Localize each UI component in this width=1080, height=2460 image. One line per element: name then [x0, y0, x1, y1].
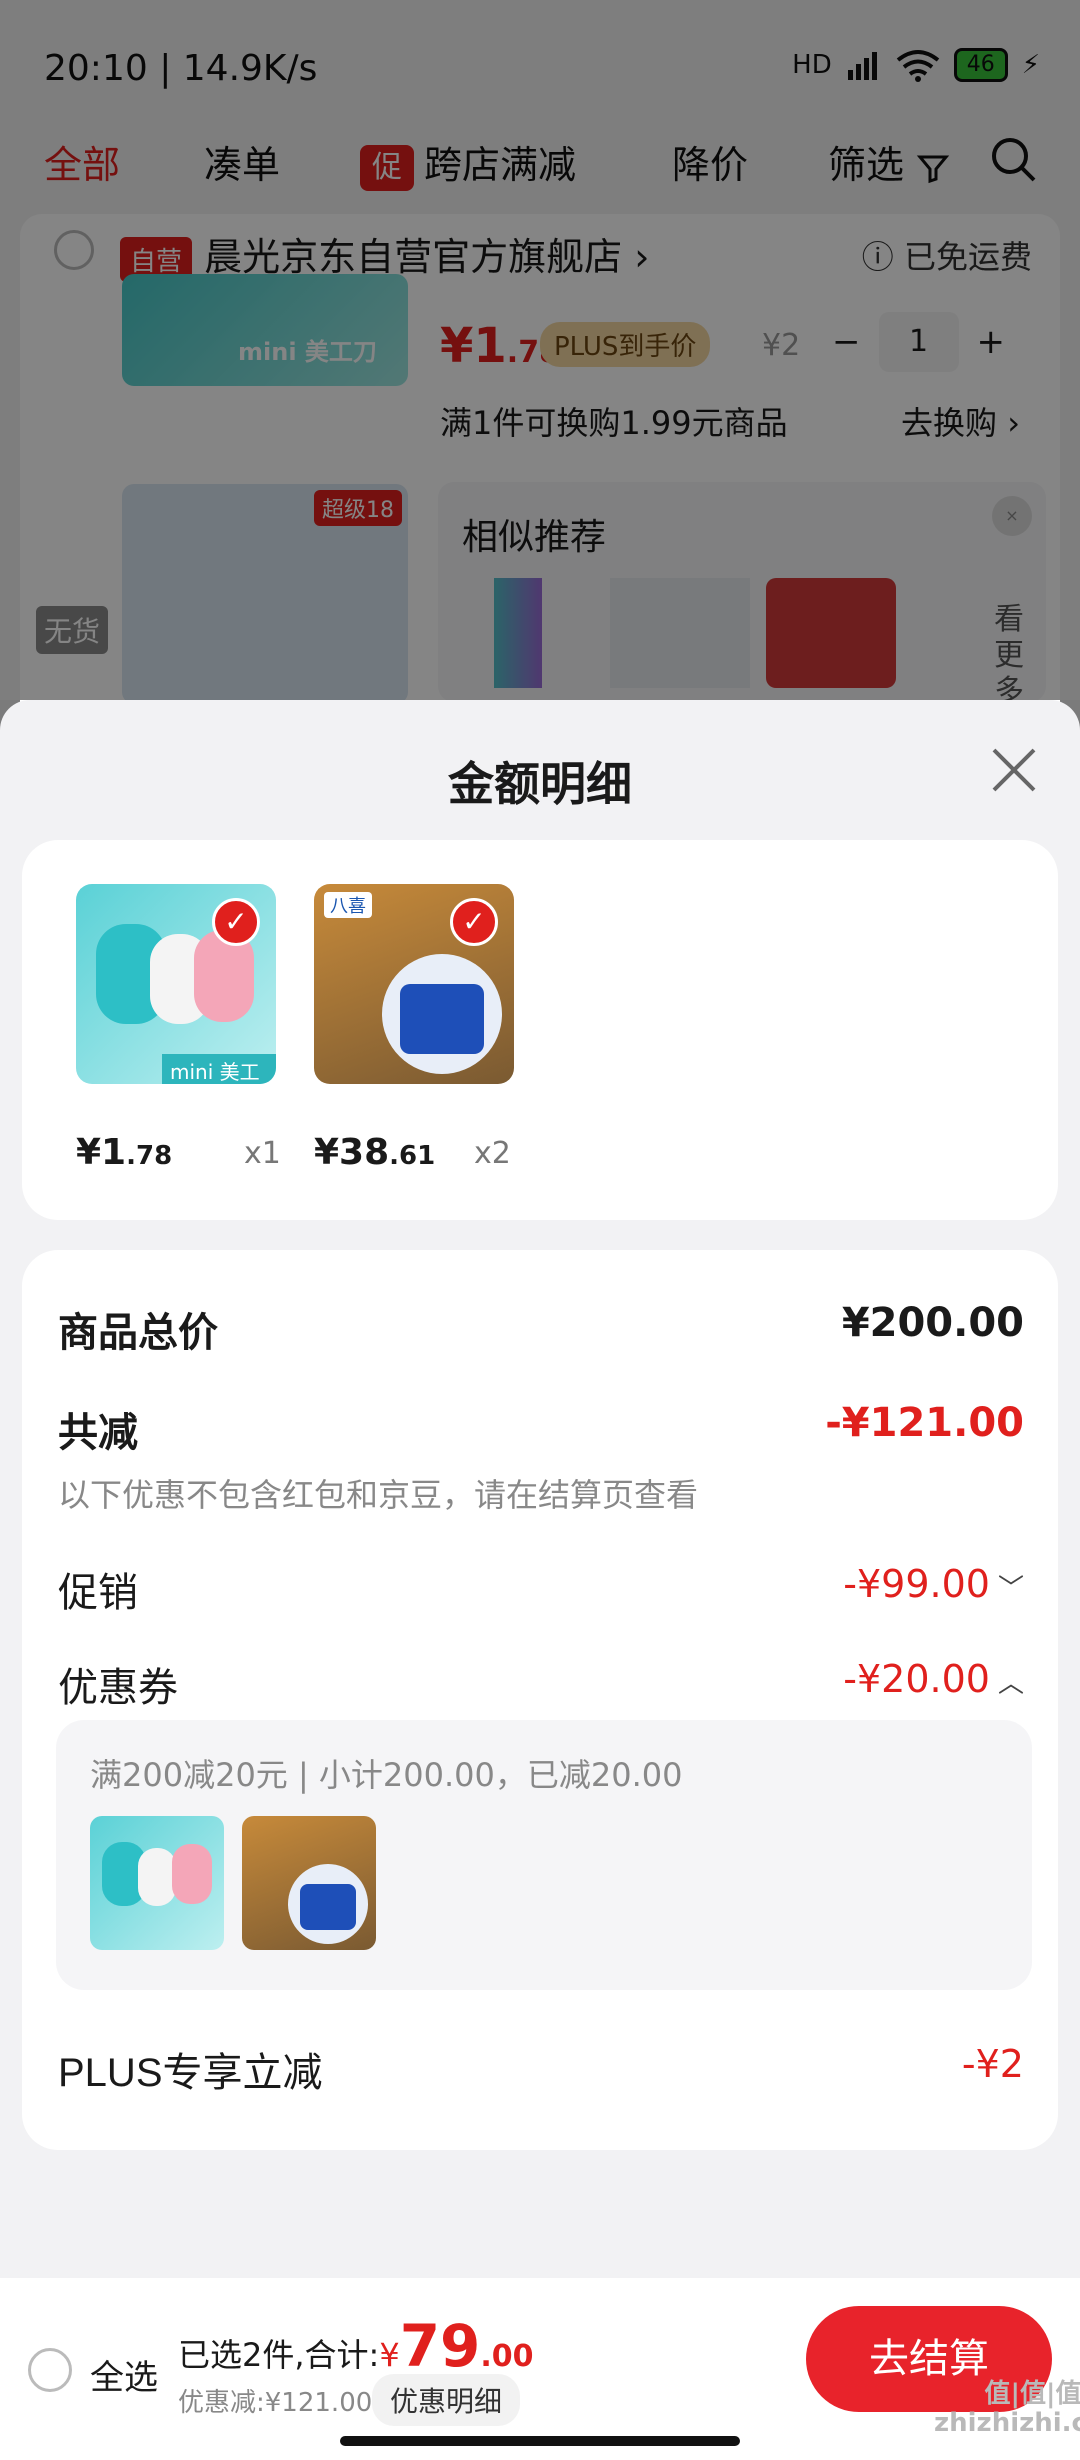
coupon-row[interactable]: -¥20.00 ︿ — [843, 1657, 1024, 1701]
checked-icon: ✓ — [450, 898, 498, 946]
items-card: mini 美工刀 ✓ 八喜 ✓ ¥1.78 x1 ¥38.61 x2 — [22, 840, 1058, 1220]
amount-detail-sheet: 金额明细 mini 美工刀 ✓ 八喜 ✓ ¥1.78 x1 ¥38.61 x2 … — [0, 700, 1080, 2460]
item-thumbnail[interactable]: mini 美工刀 ✓ — [76, 884, 276, 1084]
checked-icon: ✓ — [212, 898, 260, 946]
coupon-item-thumbnail[interactable] — [90, 1816, 224, 1950]
select-all-label[interactable]: 全选 — [90, 2350, 158, 2399]
home-indicator[interactable] — [340, 2436, 740, 2446]
close-icon[interactable] — [986, 742, 1042, 798]
total-amount: 79 — [399, 2312, 481, 2380]
watermark: 值|值|值 zhizhizhi.com — [934, 2379, 1080, 2438]
selected-count: 已选2件,合计: — [178, 2336, 380, 2374]
coupon-label: 优惠券 — [58, 1665, 178, 1711]
checkout-bar: 全选 已选2件,合计:¥79.00 优惠减:¥121.00 优惠明细 去结算 — [0, 2278, 1080, 2460]
promo-row[interactable]: -¥99.00 ﹀ — [843, 1562, 1024, 1606]
coupon-item-thumbnail[interactable] — [242, 1816, 376, 1950]
sheet-title: 金额明细 — [448, 757, 632, 811]
modal-overlay[interactable] — [0, 0, 1080, 700]
chevron-down-icon: ﹀ — [997, 1574, 1024, 1604]
breakdown-card: 商品总价 ¥200.00 共减 -¥121.00 以下优惠不包含红包和京豆，请在… — [22, 1250, 1058, 2150]
plus-discount-label: PLUS专享立减 — [58, 2051, 323, 2095]
total-price-label: 商品总价 — [58, 1310, 218, 1356]
item-quantity: x1 — [244, 1136, 281, 1171]
item-price: ¥38.61 — [314, 1132, 436, 1173]
discount-total-label: 共减 — [58, 1410, 138, 1456]
item-price: ¥1.78 — [76, 1132, 173, 1173]
chevron-up-icon: ︿ — [997, 1669, 1024, 1699]
saved-amount: 优惠减:¥121.00 — [178, 2388, 373, 2418]
plus-discount-value: -¥2 — [961, 2042, 1024, 2086]
discount-detail-button[interactable]: 优惠明细 — [372, 2374, 521, 2426]
discount-total-value: -¥121.00 — [825, 1400, 1024, 1446]
total-price-value: ¥200.00 — [841, 1300, 1024, 1346]
coupon-value: -¥20.00 — [843, 1657, 990, 1701]
coupon-description: 满200减20元 | 小计200.00，已减20.00 — [90, 1756, 683, 1794]
item-thumbnail[interactable]: 八喜 ✓ — [314, 884, 514, 1084]
discount-note: 以下优惠不包含红包和京豆，请在结算页查看 — [58, 1476, 699, 1514]
select-all-radio[interactable] — [28, 2348, 72, 2392]
promo-label: 促销 — [58, 1570, 138, 1616]
promo-value: -¥99.00 — [843, 1562, 990, 1606]
total-summary: 已选2件,合计:¥79.00 — [178, 2312, 534, 2380]
coupon-detail-box: 满200减20元 | 小计200.00，已减20.00 — [56, 1720, 1032, 1990]
item-quantity: x2 — [474, 1136, 511, 1171]
